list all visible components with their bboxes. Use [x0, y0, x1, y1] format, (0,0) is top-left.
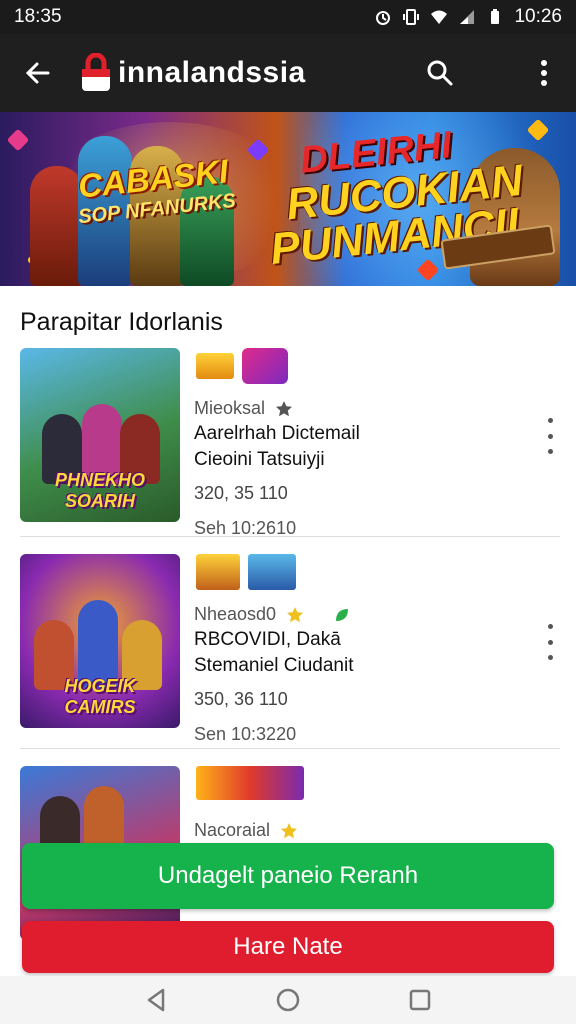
nav-recents-button[interactable] — [400, 980, 440, 1020]
more-options-button[interactable] — [522, 51, 566, 95]
item-category: Nacoraial — [194, 820, 524, 841]
wifi-icon — [431, 10, 448, 24]
item-time: Sen 10:3220 — [194, 724, 297, 744]
item-line2: Cieoini Tatsuiyji — [194, 449, 325, 470]
item-more-button[interactable] — [538, 418, 562, 454]
nav-back-icon — [147, 988, 165, 1012]
badge-icon — [196, 766, 304, 800]
star-icon — [287, 606, 304, 622]
nav-home-icon — [276, 988, 300, 1012]
item-meta: Mieoksal Aarelrhah Dictemail Cieoini Tat… — [194, 398, 524, 539]
nav-back-button[interactable] — [136, 980, 176, 1020]
more-vert-icon — [541, 60, 547, 86]
list-item[interactable]: HOGEIK CAMIRS Nheaosd0 RBCOVIDI, Dakā St… — [20, 554, 562, 744]
system-nav-bar — [0, 976, 576, 1024]
item-count: 350, 36 110 — [194, 689, 288, 709]
secondary-action-button[interactable]: Hare Nate — [22, 921, 554, 973]
back-arrow-icon — [25, 62, 50, 84]
item-more-button[interactable] — [538, 624, 562, 660]
alarm-icon — [376, 11, 391, 25]
vibrate-icon — [403, 9, 420, 25]
item-badges — [196, 348, 288, 384]
app-logo-icon — [80, 52, 112, 93]
category-label: Nheaosd0 — [194, 604, 277, 624]
search-icon — [427, 60, 453, 86]
primary-action-button[interactable]: Undagelt paneio Reranh — [22, 843, 554, 909]
divider — [20, 748, 560, 749]
search-button[interactable] — [418, 51, 462, 95]
item-line1: RBCOVIDI, Dakā — [194, 629, 341, 650]
item-line2: Stemaniel Ciudanit — [194, 655, 354, 676]
item-category: Nheaosd0 — [194, 604, 524, 625]
category-label: Mieoksal — [194, 398, 266, 418]
thumbnail-label: HOGEIK CAMIRS — [64, 676, 136, 717]
app-title: innalandssia — [118, 56, 306, 89]
list-item[interactable]: PHNEKHO SOARIH Mieoksal Aarelrhah Dictem… — [20, 348, 562, 538]
status-right-time: 10:26 — [514, 6, 562, 27]
signal-icon — [460, 10, 475, 24]
gem-decoration — [6, 128, 30, 152]
promo-banner[interactable]: CABASKI SOP NFANURKS DLEIRHI RUCOKIAN PU… — [0, 112, 576, 286]
category-label: Nacoraial — [194, 820, 271, 840]
thumbnail-label: PHNEKHO SOARIH — [54, 470, 145, 511]
nav-recents-icon — [409, 989, 431, 1011]
item-badges — [196, 554, 296, 590]
badge-icon — [196, 353, 234, 379]
item-meta: Nacoraial — [194, 816, 524, 841]
badge-icon — [248, 554, 296, 590]
item-count: 320, 35 110 — [194, 483, 288, 503]
item-line1: Aarelrhah Dictemail — [194, 423, 360, 444]
status-bar: 18:35 10:26 — [0, 0, 576, 34]
item-meta: Nheaosd0 RBCOVIDI, Dakā Stemaniel Ciudan… — [194, 604, 524, 745]
star-icon — [276, 400, 293, 416]
back-button[interactable] — [16, 51, 60, 95]
battery-icon — [491, 9, 500, 24]
badge-icon — [196, 554, 240, 590]
item-badges — [196, 766, 304, 800]
star-icon — [281, 822, 298, 838]
status-icons: 10:26 — [374, 6, 562, 28]
divider — [20, 536, 560, 537]
app-bar: innalandssia — [0, 34, 576, 112]
nav-home-button[interactable] — [268, 980, 308, 1020]
item-thumbnail: HOGEIK CAMIRS — [20, 554, 180, 728]
status-time: 18:35 — [14, 6, 62, 27]
item-category: Mieoksal — [194, 398, 524, 419]
leaf-icon — [336, 608, 349, 621]
badge-icon — [242, 348, 288, 384]
character — [30, 166, 84, 286]
item-thumbnail: PHNEKHO SOARIH — [20, 348, 180, 522]
section-title: Parapitar Idorlanis — [20, 308, 223, 336]
